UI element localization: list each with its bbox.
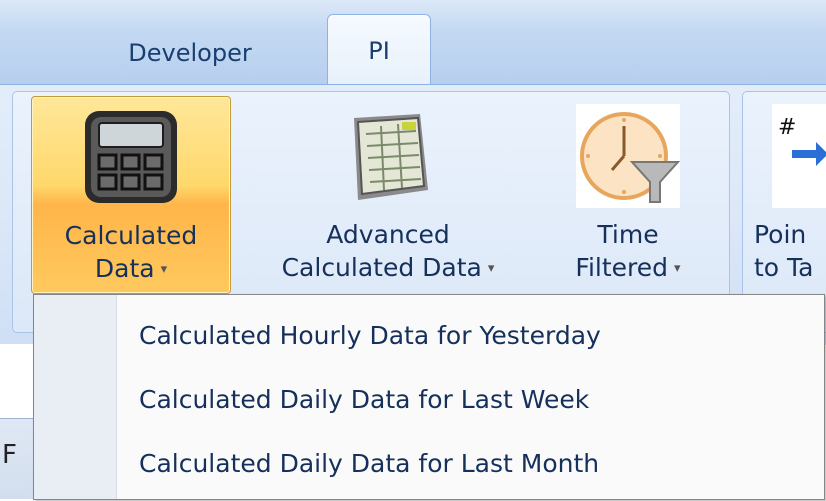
clock-filter-icon [576, 104, 681, 216]
dropdown-arrow-icon: ▾ [160, 262, 168, 277]
tab-developer[interactable]: Developer [96, 28, 284, 78]
background-text: F [2, 440, 17, 470]
advanced-calculated-data-label-line2: Calculated Data ▾ [281, 253, 495, 282]
calculator-icon [79, 105, 183, 217]
advanced-calculated-data-label-line1: Advanced [326, 220, 450, 249]
calculated-data-button[interactable]: Calculated Data ▾ [31, 96, 231, 294]
menu-item-daily-last-week[interactable]: Calculated Daily Data for Last Week [117, 369, 824, 429]
menu-item-hourly-yesterday[interactable]: Calculated Hourly Data for Yesterday [117, 305, 824, 365]
calculated-data-label-line2: Data ▾ [94, 254, 168, 283]
dropdown-arrow-icon: ▾ [674, 261, 681, 276]
point-to-tag-button[interactable]: # Poin to Ta [750, 96, 826, 292]
time-filtered-label-line1: Time [597, 220, 659, 249]
menu-item-daily-last-month[interactable]: Calculated Daily Data for Last Month [117, 433, 824, 493]
ribbon-tab-strip: Developer PI [0, 0, 826, 87]
calculated-data-dropdown-menu: Calculated Hourly Data for Yesterday Cal… [33, 294, 825, 500]
time-filtered-button[interactable]: Time Filtered ▾ [544, 96, 712, 292]
point-to-tag-label-line2: to Ta [754, 253, 814, 282]
point-to-tag-icon: # [772, 104, 826, 216]
calculated-data-label-line1: Calculated [64, 221, 198, 250]
svg-text:#: # [778, 115, 796, 140]
point-to-tag-label-line1: Poin [754, 220, 807, 249]
time-filtered-label-line2: Filtered ▾ [575, 253, 681, 282]
tab-pi[interactable]: PI [327, 14, 431, 87]
menu-icon-gutter [34, 295, 117, 499]
spreadsheet-icon [336, 104, 440, 216]
dropdown-arrow-icon: ▾ [487, 261, 495, 276]
advanced-calculated-data-button[interactable]: Advanced Calculated Data ▾ [236, 96, 540, 292]
